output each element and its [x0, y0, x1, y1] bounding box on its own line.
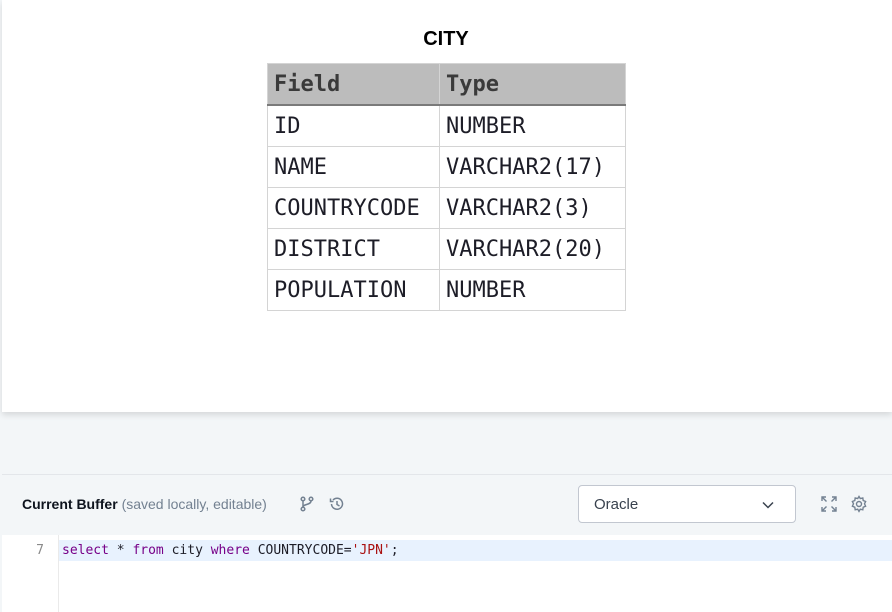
table-title: CITY: [423, 28, 469, 50]
table-row: POPULATION NUMBER: [267, 269, 626, 311]
editor-header: Current Buffer (saved locally, editable)…: [2, 474, 892, 536]
type-cell: NUMBER: [439, 269, 626, 311]
buffer-title: Current Buffer (saved locally, editable): [22, 496, 267, 512]
code-token: *: [108, 543, 133, 558]
code-editor[interactable]: 7 select * from city where COUNTRYCODE='…: [2, 535, 892, 612]
code-token: 'JPN': [351, 543, 391, 558]
field-cell: ID: [267, 104, 440, 147]
type-column-header: Type: [439, 63, 626, 106]
buffer-sublabel: (saved locally, editable): [121, 496, 267, 512]
branch-icon[interactable]: [298, 495, 316, 513]
settings-icon[interactable]: [850, 495, 868, 513]
table-row: COUNTRYCODE VARCHAR2(3): [267, 187, 626, 229]
field-cell: DISTRICT: [267, 228, 440, 270]
schema-table: Field Type ID NUMBER NAME VARCHAR2(17) C…: [267, 63, 626, 311]
field-cell: COUNTRYCODE: [267, 187, 440, 229]
language-select-value: Oracle: [594, 496, 639, 513]
code-token: COUNTRYCODE=: [249, 543, 352, 558]
line-number: 7: [36, 543, 44, 558]
type-cell: VARCHAR2(20): [439, 228, 626, 270]
field-column-header: Field: [267, 63, 440, 106]
buffer-label: Current Buffer: [22, 496, 118, 512]
type-cell: VARCHAR2(3): [439, 187, 626, 229]
schema-header-row: Field Type: [267, 63, 626, 106]
type-cell: NUMBER: [439, 104, 626, 147]
code-token: where: [210, 543, 250, 558]
table-row: DISTRICT VARCHAR2(20): [267, 228, 626, 270]
table-row: NAME VARCHAR2(17): [267, 146, 626, 188]
type-cell: VARCHAR2(17): [439, 146, 626, 188]
language-select[interactable]: Oracle: [578, 485, 796, 523]
table-row: ID NUMBER: [267, 104, 626, 147]
problem-statement-panel: CITY Field Type ID NUMBER NAME VARCHAR2(…: [2, 0, 892, 412]
code-token: ;: [390, 543, 399, 558]
field-cell: POPULATION: [267, 269, 440, 311]
chevron-down-icon: [761, 498, 775, 512]
code-line[interactable]: select * from city where COUNTRYCODE='JP…: [59, 540, 892, 561]
history-icon[interactable]: [328, 495, 346, 513]
expand-icon[interactable]: [820, 495, 838, 513]
code-token: city: [163, 543, 211, 558]
code-token: select: [62, 543, 109, 558]
field-cell: NAME: [267, 146, 440, 188]
code-token: from: [132, 543, 164, 558]
line-gutter: 7: [2, 535, 59, 612]
